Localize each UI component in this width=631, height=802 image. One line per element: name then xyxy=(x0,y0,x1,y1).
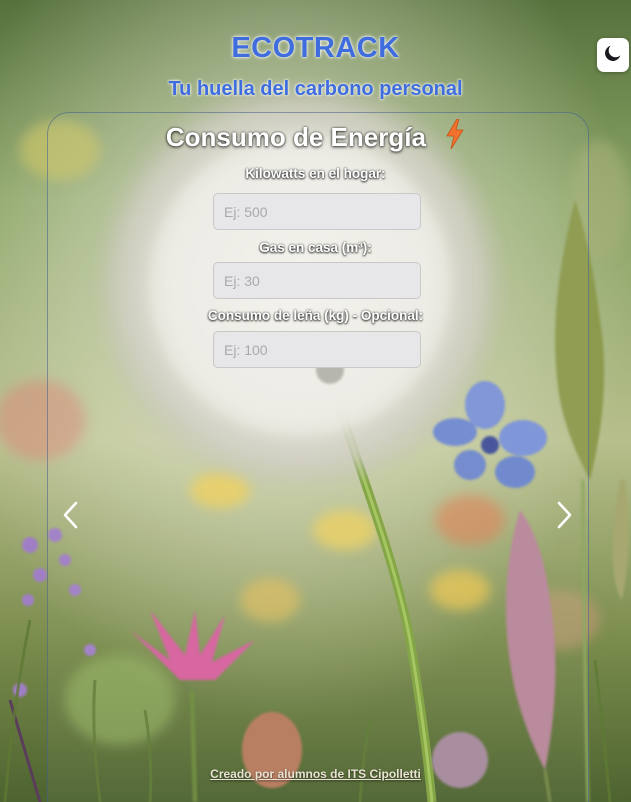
moon-icon xyxy=(602,42,624,69)
carousel-prev-button[interactable] xyxy=(59,500,83,530)
lightning-bolt-icon xyxy=(445,118,465,156)
gas-input[interactable] xyxy=(213,262,421,299)
slide-title-text: Consumo de Energía xyxy=(165,122,426,152)
slide-title: Consumo de Energía xyxy=(0,118,631,156)
firewood-input[interactable] xyxy=(213,331,421,368)
firewood-label: Consumo de leña (kg) - Opcional: xyxy=(207,308,424,323)
kilowatts-label: Kilowatts en el hogar: xyxy=(245,166,386,181)
chevron-left-icon xyxy=(59,501,83,534)
app-brand-title: ECOTRACK xyxy=(231,32,400,64)
chevron-right-icon xyxy=(552,501,576,534)
gas-label: Gas en casa (m³): xyxy=(259,240,372,255)
theme-toggle-button[interactable] xyxy=(597,38,629,72)
app-tagline: Tu huella del carbono personal xyxy=(168,78,463,100)
page: ECOTRACK Tu huella del carbono personal … xyxy=(0,0,631,802)
carousel-next-button[interactable] xyxy=(552,500,576,530)
kilowatts-input[interactable] xyxy=(213,193,421,230)
footer-credit-link[interactable]: Creado por alumnos de ITS Cipolletti xyxy=(0,767,631,781)
